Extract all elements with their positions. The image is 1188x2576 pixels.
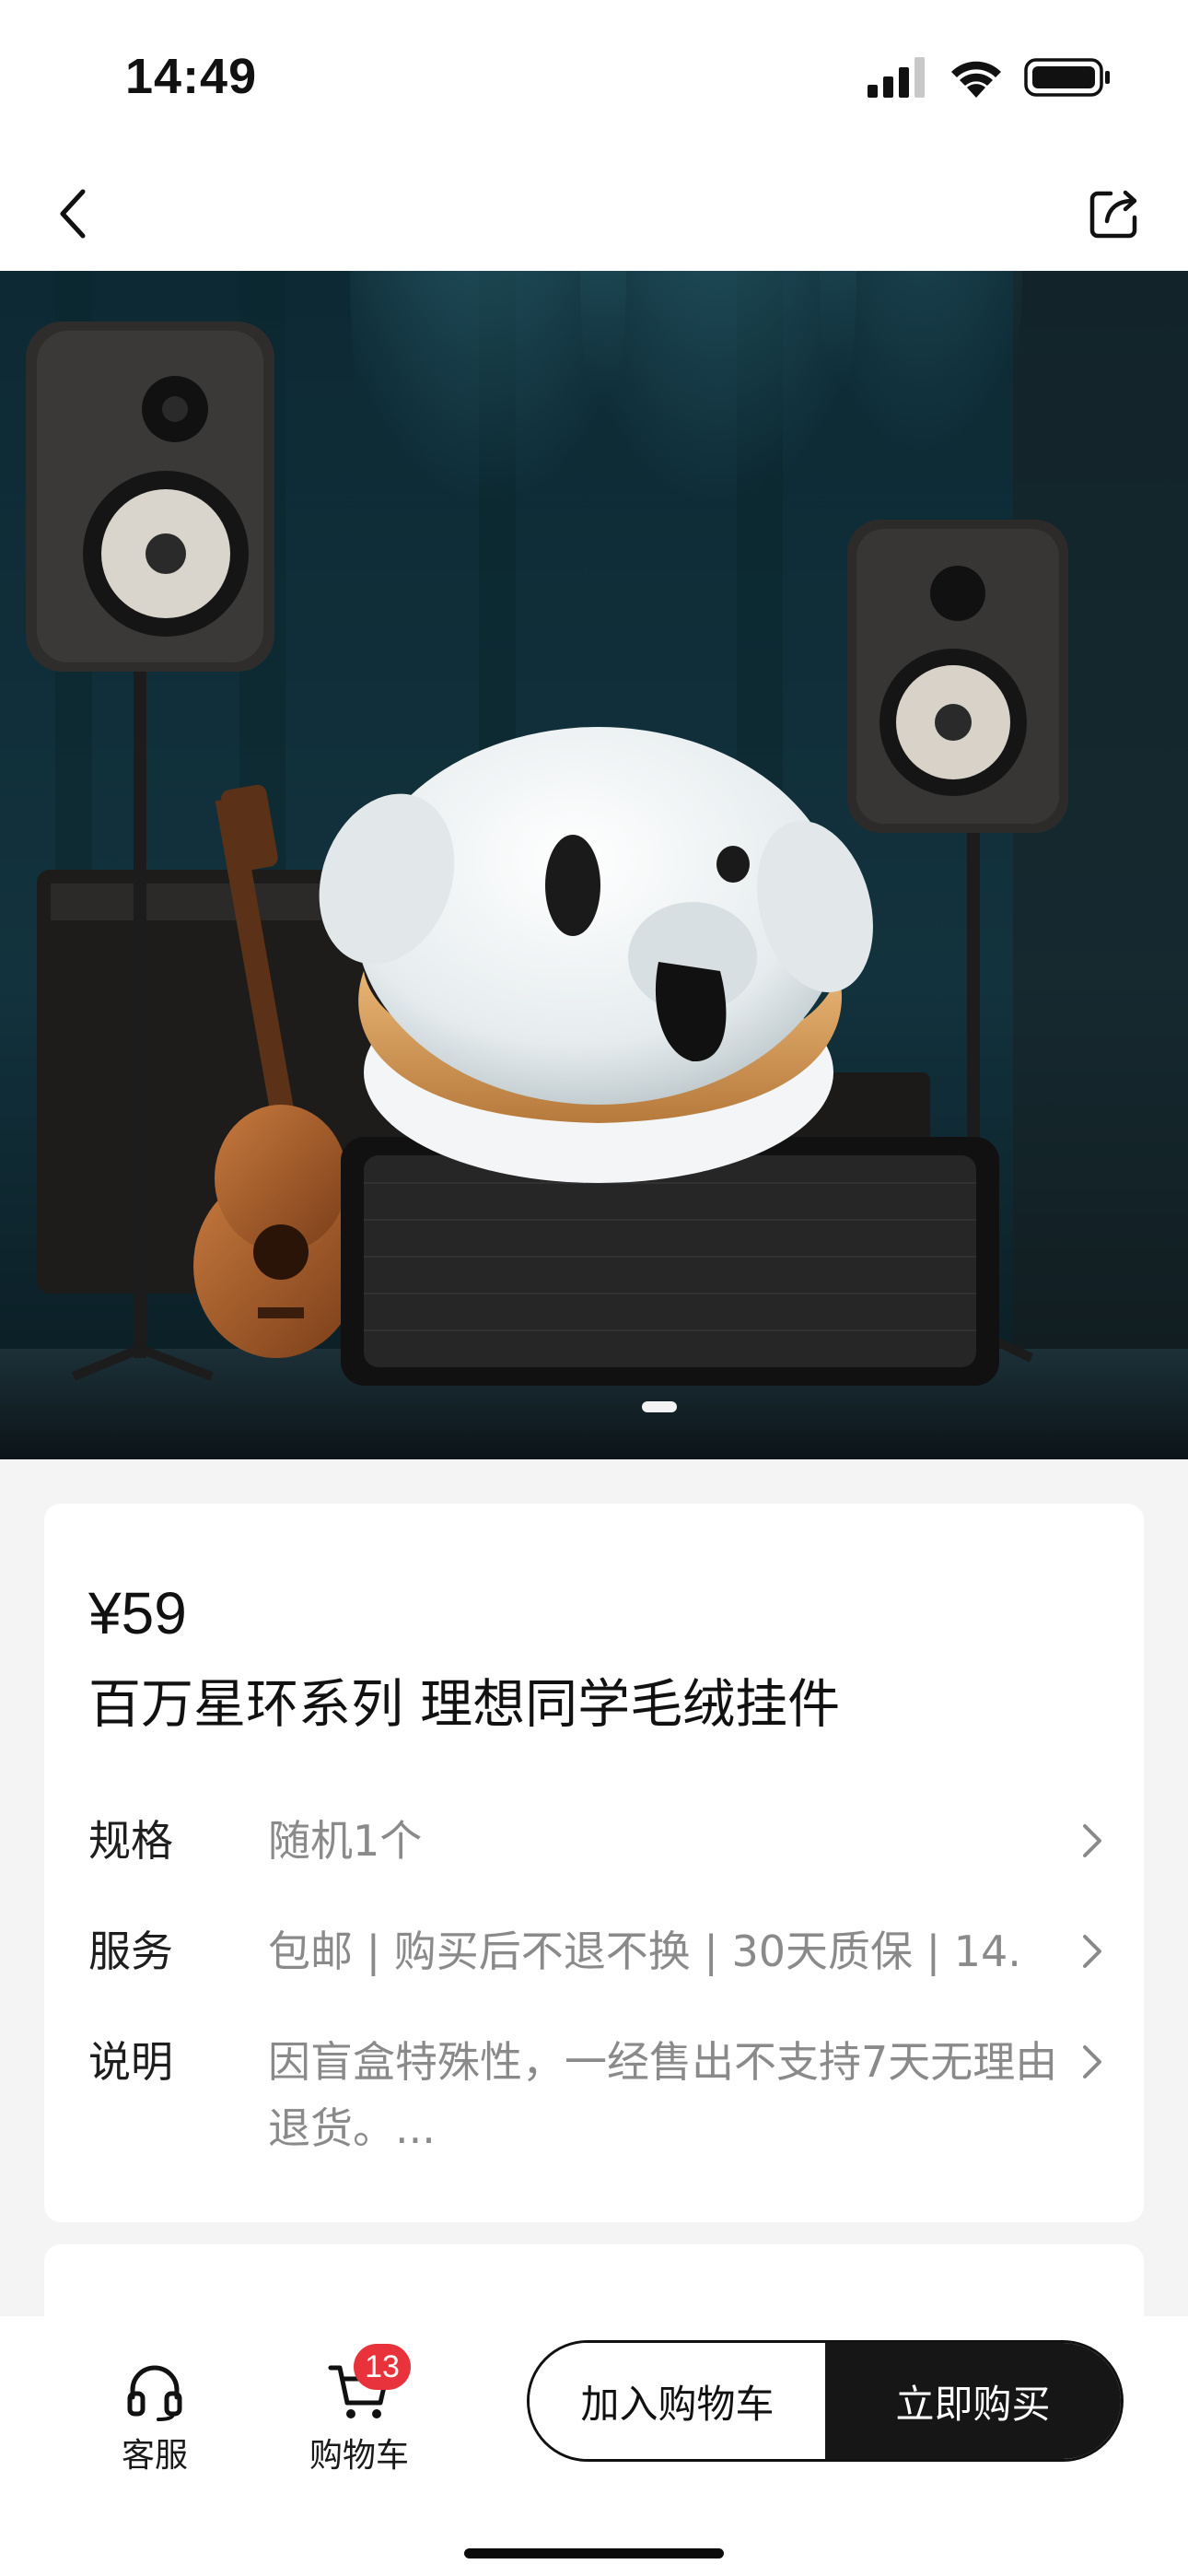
attr-row-service[interactable]: 服务 包邮 | 购买后不退不换 | 30天质保 | 14... bbox=[88, 1918, 1111, 1985]
share-icon bbox=[1089, 190, 1137, 239]
cart-count-badge: 13 bbox=[354, 2344, 411, 2390]
status-icons bbox=[868, 57, 1111, 98]
nav-bar bbox=[0, 157, 1188, 271]
buy-now-button[interactable]: 立即购买 bbox=[825, 2343, 1121, 2459]
status-bar: 14:49 bbox=[0, 0, 1188, 157]
product-image[interactable] bbox=[0, 271, 1188, 1459]
attr-label: 说明 bbox=[88, 2037, 173, 2087]
cellular-signal-icon bbox=[868, 57, 925, 98]
chevron-right-icon bbox=[1083, 2045, 1101, 2078]
product-title: 百万星环系列 理想同学毛绒挂件 bbox=[88, 1674, 841, 1735]
service-label: 客服 bbox=[121, 2437, 188, 2475]
attr-row-note[interactable]: 说明 因盲盒特殊性，一经售出不支持7天无理由退货。... bbox=[88, 2029, 1111, 2167]
attr-value: 随机1个 bbox=[268, 1816, 423, 1866]
headset-icon bbox=[127, 2365, 182, 2421]
chevron-right-icon bbox=[1083, 1935, 1101, 1968]
product-info-card: ¥59 百万星环系列 理想同学毛绒挂件 规格 随机1个 服务 包邮 | 购买后不… bbox=[44, 1504, 1144, 2222]
chevron-left-icon bbox=[60, 189, 86, 239]
attr-label: 服务 bbox=[88, 1926, 173, 1976]
home-indicator[interactable] bbox=[464, 2548, 724, 2558]
bottom-action-bar: 客服 13 购物车 加入购物车 立即购买 bbox=[0, 2316, 1188, 2576]
cart-label: 购物车 bbox=[309, 2437, 409, 2475]
wifi-icon bbox=[951, 61, 1001, 98]
battery-icon bbox=[1024, 58, 1110, 97]
share-button[interactable] bbox=[1077, 177, 1151, 251]
attr-value: 包邮 | 购买后不退不换 | 30天质保 | 14... bbox=[268, 1926, 1023, 1976]
back-button[interactable] bbox=[37, 177, 111, 251]
attr-value: 因盲盒特殊性，一经售出不支持7天无理由退货。... bbox=[268, 2037, 1058, 2153]
chevron-right-icon bbox=[1083, 1824, 1101, 1857]
add-to-cart-button[interactable]: 加入购物车 bbox=[530, 2343, 825, 2459]
product-photo-illustration bbox=[0, 271, 1188, 1459]
attr-row-spec[interactable]: 规格 随机1个 bbox=[88, 1808, 1111, 1874]
attr-label: 规格 bbox=[88, 1816, 173, 1866]
carousel-indicator bbox=[642, 1401, 677, 1412]
product-price: ¥59 bbox=[88, 1580, 187, 1646]
status-time: 14:49 bbox=[125, 49, 258, 104]
cart-button[interactable]: 13 购物车 bbox=[295, 2344, 424, 2476]
customer-service-button[interactable]: 客服 bbox=[90, 2348, 219, 2476]
purchase-button-group: 加入购物车 立即购买 bbox=[527, 2340, 1124, 2462]
